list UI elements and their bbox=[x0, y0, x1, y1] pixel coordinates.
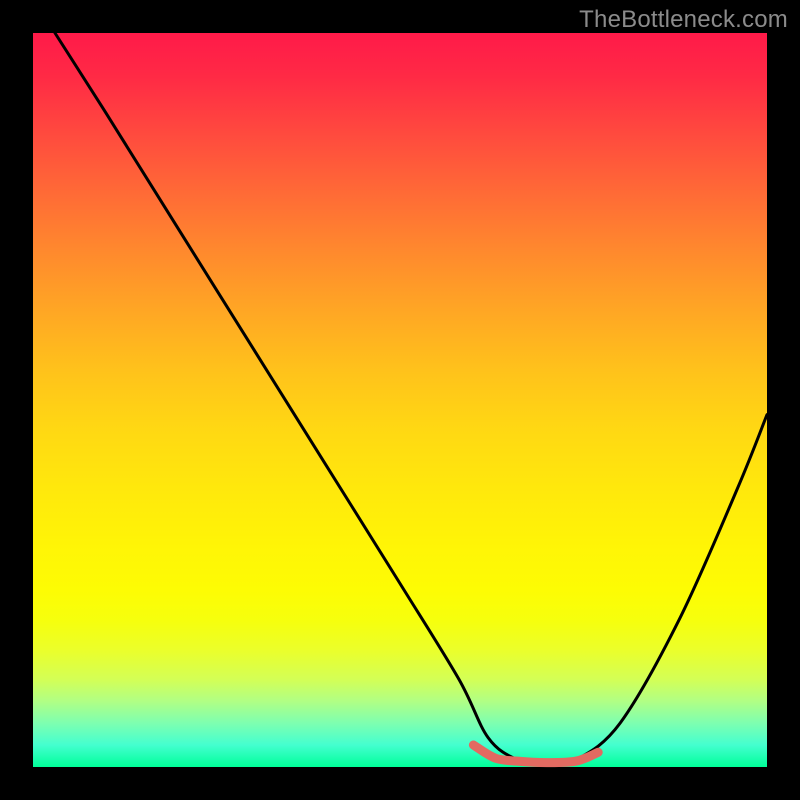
watermark-text: TheBottleneck.com bbox=[579, 6, 788, 34]
bottleneck-curve-path bbox=[55, 33, 767, 764]
chart-canvas: TheBottleneck.com bbox=[0, 0, 800, 800]
plot-area bbox=[33, 33, 767, 767]
sweet-spot-path bbox=[473, 745, 598, 763]
curve-layer bbox=[33, 33, 767, 767]
